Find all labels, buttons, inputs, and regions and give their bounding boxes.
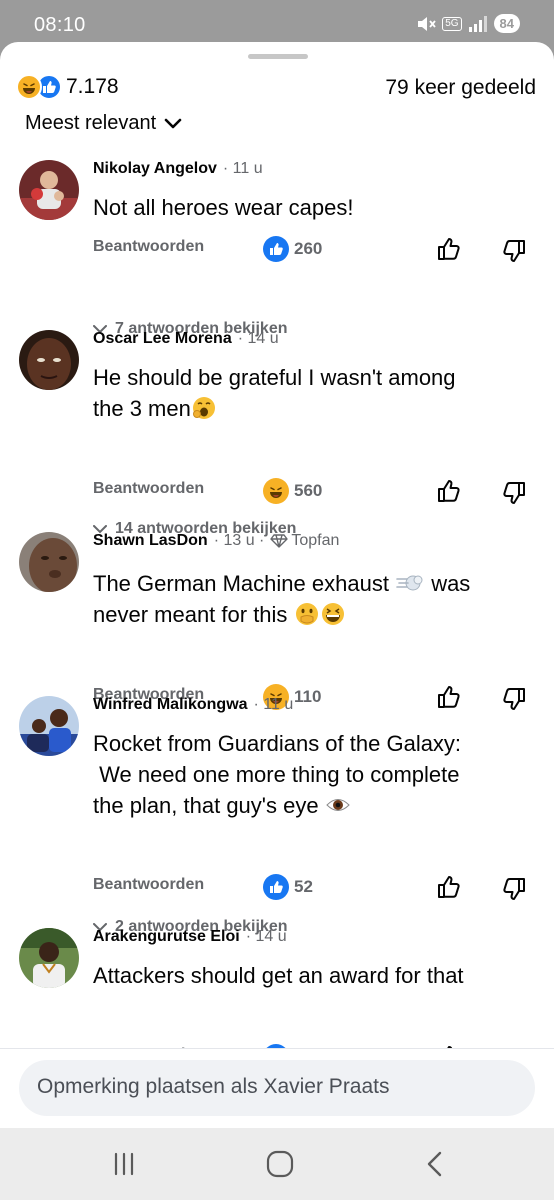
comment-time: · 11 u xyxy=(253,696,294,713)
signal-icon xyxy=(468,15,487,32)
avatar[interactable] xyxy=(19,330,79,390)
comment-text-line: Rocket from Guardians of the Galaxy: xyxy=(93,731,462,756)
status-bar: 08:10 5G 84 xyxy=(0,0,554,44)
comment-text-line: the plan, that guy's eye xyxy=(93,793,319,818)
comment-text-line: The German Machine exhaust xyxy=(93,571,389,596)
haha-reaction-icon xyxy=(16,74,42,100)
composer-bar: Opmerking plaatsen als Xavier Praats xyxy=(0,1048,554,1128)
comment-author[interactable]: Nikolay Angelov xyxy=(93,160,217,178)
recent-apps-icon[interactable] xyxy=(106,1148,142,1180)
sort-dropdown[interactable]: Meest relevant xyxy=(25,112,182,135)
avatar[interactable] xyxy=(19,696,79,756)
battery-indicator: 84 xyxy=(493,14,520,33)
back-icon[interactable] xyxy=(418,1148,454,1180)
thumbs-down-icon[interactable] xyxy=(501,686,527,712)
avatar[interactable] xyxy=(19,160,79,220)
comment-text-line: the 3 men xyxy=(93,396,191,421)
reply-button[interactable]: Beantwoorden xyxy=(93,876,204,894)
mute-icon xyxy=(418,16,436,31)
comment-author[interactable]: Oscar Lee Morena xyxy=(93,330,232,348)
haha-reaction-icon xyxy=(263,478,289,504)
comment-author[interactable]: Arakengurutse Eloi xyxy=(93,928,240,946)
comment-time: · 11 u xyxy=(222,160,263,177)
home-icon[interactable] xyxy=(262,1148,298,1180)
comment-text: Not all heroes wear capes! xyxy=(93,195,354,220)
avatar[interactable] xyxy=(19,532,79,592)
reactions-summary[interactable]: 7.178 xyxy=(16,74,119,100)
comment-text-line: was xyxy=(431,571,471,596)
thumbs-down-icon[interactable] xyxy=(501,876,527,902)
comment-text: He should be grateful I wasn't among the… xyxy=(93,362,523,424)
avatar[interactable] xyxy=(19,928,79,988)
reaction-count[interactable]: 110 xyxy=(294,687,321,707)
comment-time: · 14 u xyxy=(237,330,279,347)
comment-author[interactable]: Winfred Malikongwa xyxy=(93,696,248,714)
comment-input-placeholder: Opmerking plaatsen als Xavier Praats xyxy=(37,1075,390,1098)
comment-author[interactable]: Shawn LasDon xyxy=(93,532,208,550)
thumbs-down-icon[interactable] xyxy=(501,480,527,506)
dashing-away-icon xyxy=(396,575,423,591)
yawning-face-icon xyxy=(192,397,215,419)
comment-text-line: never meant for this xyxy=(93,602,288,627)
thumbs-down-icon[interactable] xyxy=(501,238,527,264)
grinning-squinting-face-icon xyxy=(321,603,344,625)
reply-button[interactable]: Beantwoorden xyxy=(93,480,204,498)
comment-text-line: We need one more thing to complete xyxy=(93,762,460,787)
reaction-count: 7.178 xyxy=(66,75,119,98)
reply-button[interactable]: Beantwoorden xyxy=(93,238,204,256)
status-time: 08:10 xyxy=(34,14,86,36)
top-fan-label: Topfan xyxy=(291,532,340,549)
system-nav-bar xyxy=(0,1128,554,1200)
face-with-hand-over-mouth-icon xyxy=(295,603,318,625)
share-count[interactable]: 79 keer gedeeld xyxy=(385,76,536,100)
status-icons: 5G 84 xyxy=(416,14,520,33)
comment-text: Rocket from Guardians of the Galaxy: We … xyxy=(93,728,523,821)
top-fan-badge: Topfan xyxy=(270,532,339,550)
network-icon: 5G xyxy=(442,16,462,31)
reaction-count[interactable]: 260 xyxy=(294,239,322,259)
comments-sheet: 7.178 79 keer gedeeld Meest relevant Nik… xyxy=(0,42,554,1128)
sort-label: Meest relevant xyxy=(25,112,157,134)
comment-text: Attackers should get an award for that xyxy=(93,963,464,988)
comment-time: · 13 u · xyxy=(213,532,265,549)
comment-input[interactable]: Opmerking plaatsen als Xavier Praats xyxy=(19,1060,535,1116)
eye-icon xyxy=(325,799,350,811)
thumbs-up-icon[interactable] xyxy=(436,478,462,504)
diamond-icon xyxy=(270,534,289,548)
like-reaction-icon xyxy=(263,874,289,900)
thumbs-up-icon[interactable] xyxy=(436,684,462,710)
reaction-count[interactable]: 52 xyxy=(294,877,313,897)
comment-text: The German Machine exhaust was never mea… xyxy=(93,568,523,630)
chevron-down-icon xyxy=(164,118,182,128)
thumbs-up-icon[interactable] xyxy=(436,236,462,262)
thumbs-up-icon[interactable] xyxy=(436,874,462,900)
comment-time: · 14 u xyxy=(245,928,287,945)
like-reaction-icon xyxy=(263,236,289,262)
reaction-count[interactable]: 560 xyxy=(294,481,322,501)
drag-handle[interactable] xyxy=(248,54,308,59)
comment-text-line: He should be grateful I wasn't among xyxy=(93,365,456,390)
